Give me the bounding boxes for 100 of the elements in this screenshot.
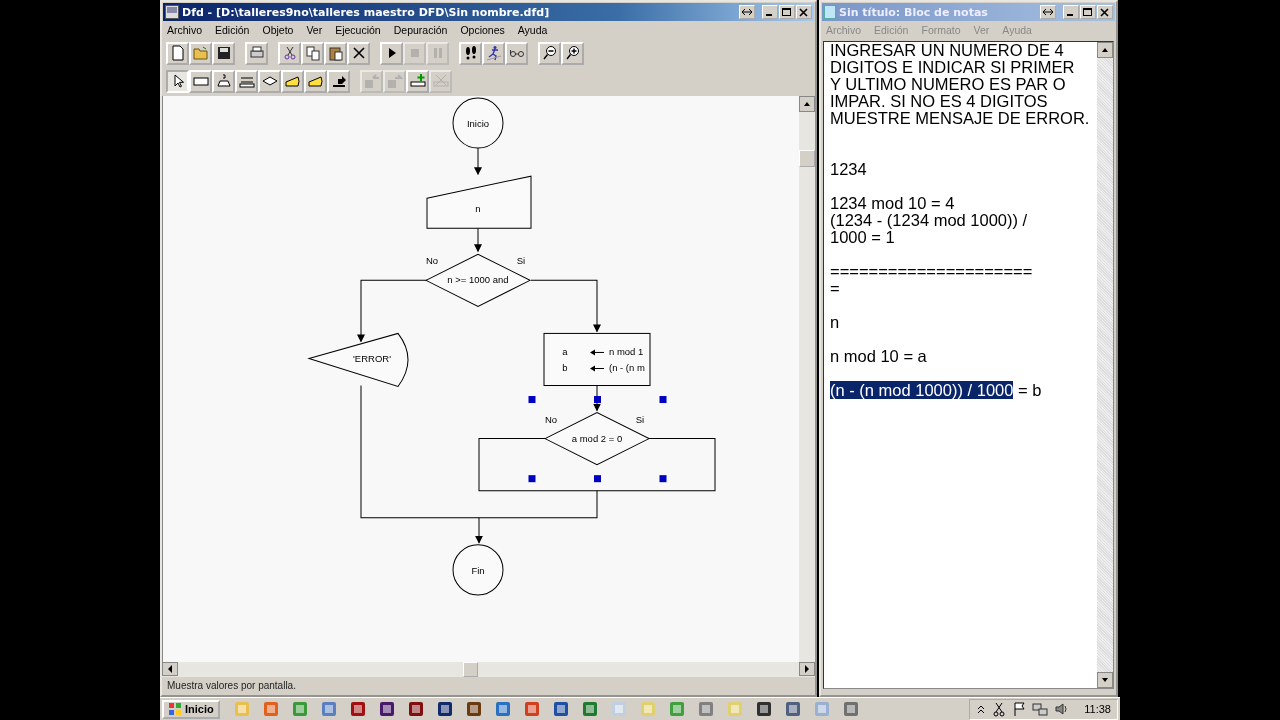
scroll-up-icon[interactable]	[799, 96, 815, 112]
status-text: Muestra valores por pantalla.	[167, 680, 296, 691]
expression-text: (n - (n m	[609, 362, 645, 374]
toolbar-button[interactable]	[459, 41, 482, 65]
connector-line	[357, 279, 428, 343]
clock-text: 11:38	[1084, 703, 1111, 715]
horizontal-scrollbar[interactable]	[162, 662, 815, 677]
toolbar-button[interactable]	[561, 41, 584, 65]
flag-icon[interactable]	[1012, 701, 1027, 717]
connector-line	[530, 279, 601, 333]
assign-arrow-icon	[590, 365, 605, 372]
expression-text: n mod 1	[609, 346, 644, 358]
text-line: Y ULTIMO NUMERO ES PAR O	[830, 76, 1066, 93]
printer-icon	[248, 45, 265, 61]
output-shape-icon	[284, 73, 301, 89]
output-shape-icon	[307, 73, 324, 89]
toolbar-button[interactable]	[380, 41, 403, 65]
close-icon[interactable]	[797, 6, 811, 18]
network-icon[interactable]	[1032, 701, 1049, 717]
text-line: MUESTRE MENSAJE DE ERROR.	[830, 110, 1090, 127]
window-title: Sin título: Bloc de notas	[839, 5, 989, 19]
app-icon[interactable]	[465, 701, 482, 717]
selected-text: (n - (n mod 1000)) / 1000	[830, 381, 1014, 399]
assign-arrow-icon	[590, 349, 605, 356]
scroll-left-icon[interactable]	[162, 662, 178, 676]
text-line: IMPAR. SI NO ES 4 DIGITOS	[830, 93, 1048, 110]
scroll-thumb[interactable]	[799, 150, 815, 167]
toolbar-button[interactable]	[258, 69, 281, 93]
branch-label: No	[425, 255, 439, 267]
variable-name: b	[562, 362, 568, 374]
page-arrow-right-icon	[386, 73, 403, 89]
toolbar-button[interactable]	[324, 41, 347, 65]
text-line: INGRESAR UN NUMERO DE 4	[830, 42, 1064, 59]
text-line: 1234	[830, 161, 867, 178]
app-icon[interactable]	[552, 701, 569, 717]
text-line: = b	[1017, 381, 1042, 399]
text-line: =====================	[830, 263, 1033, 280]
text-line: n mod 10 = a	[830, 348, 927, 365]
text-line: 1234 mod 10 = 4	[830, 195, 955, 212]
toolbar-button[interactable]	[245, 41, 268, 65]
menu-item[interactable]: Ayuda	[517, 24, 548, 36]
app-icon[interactable]	[436, 701, 453, 717]
menu-item[interactable]: Objeto	[262, 24, 294, 36]
node-label: Fin	[471, 564, 485, 576]
condition-text: n >= 1000 and	[447, 274, 509, 286]
zoom-in-icon	[564, 45, 581, 61]
resize-icon[interactable]	[740, 6, 754, 18]
toolbar-button[interactable]	[281, 69, 304, 93]
window-title: Dfd - [D:\talleres9no\talleres maestro DFD\Sin nombre.dfd]	[182, 5, 551, 19]
text-line: n	[830, 314, 840, 331]
toolbar-button[interactable]	[212, 41, 235, 65]
menu-item[interactable]: Opciones	[460, 24, 505, 36]
start-button[interactable]: Inicio	[162, 699, 220, 719]
x-mark-icon	[350, 45, 367, 61]
toolbar-button[interactable]	[347, 41, 370, 65]
copy-icon	[304, 45, 321, 61]
branch-label: No	[544, 413, 558, 425]
toolbar-button[interactable]	[212, 69, 235, 93]
scroll-thumb[interactable]	[463, 662, 478, 677]
scissors-icon	[281, 45, 298, 61]
maximize-icon[interactable]	[780, 6, 794, 18]
toolbar-button[interactable]	[327, 69, 350, 93]
toolbar-button[interactable]	[166, 69, 189, 93]
zoom-out-icon	[541, 45, 558, 61]
selection-handles[interactable]	[528, 396, 667, 483]
input-shape-icon	[215, 73, 232, 89]
app-icon[interactable]	[784, 701, 801, 717]
floppy-icon	[215, 45, 232, 61]
remove-module-icon	[432, 73, 449, 89]
vertical-scrollbar[interactable]	[1097, 42, 1113, 688]
toolbar-button[interactable]	[304, 69, 327, 93]
menu-item[interactable]: Edición	[215, 24, 250, 36]
toolbar-button[interactable]	[505, 41, 528, 65]
branch-label: Si	[635, 413, 645, 425]
variable-name: a	[562, 346, 568, 358]
connector-line	[474, 147, 482, 176]
windows-flag-icon	[168, 702, 182, 716]
scissors-icon[interactable]	[992, 701, 1007, 717]
text-line: 1000 = 1	[830, 229, 895, 246]
menu-item[interactable]: Archivo	[167, 24, 202, 36]
vertical-scrollbar[interactable]	[799, 96, 815, 662]
toolbar-button[interactable]	[538, 41, 561, 65]
node-label: 'ERROR'	[353, 353, 391, 365]
branch-label: Si	[516, 255, 526, 267]
menu-item[interactable]: Ejecución	[335, 24, 381, 36]
menu-item[interactable]: Ver	[306, 24, 323, 36]
app-icon[interactable]	[378, 701, 395, 717]
condition-text: a mod 2 = 0	[571, 432, 623, 444]
arrow-shape-icon	[330, 73, 347, 89]
node-label: n	[475, 203, 481, 215]
scroll-up-icon[interactable]	[1097, 42, 1113, 58]
toolbar-button[interactable]	[482, 41, 505, 65]
menu-item[interactable]: Depuración	[393, 24, 448, 36]
add-module-icon	[409, 73, 426, 89]
text-line: =	[830, 280, 840, 297]
text-line: (1234 - (1234 mod 1000)) /	[830, 212, 1028, 229]
app-icon[interactable]	[407, 701, 424, 717]
scroll-down-icon[interactable]	[1097, 672, 1113, 688]
text-line: DIGITOS E INDICAR SI PRIMER	[830, 59, 1075, 76]
scroll-right-icon[interactable]	[799, 662, 815, 676]
